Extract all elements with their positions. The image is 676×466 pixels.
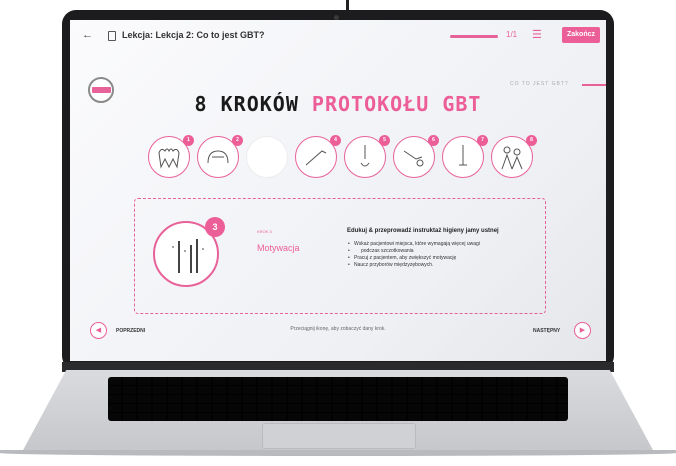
bullet-item: Naucz przyborów międzyzębowych. bbox=[347, 262, 527, 269]
next-label[interactable]: NASTĘPNY bbox=[533, 328, 560, 334]
corner-divider bbox=[582, 84, 606, 86]
step-1[interactable]: 1 bbox=[148, 135, 194, 178]
trackpad bbox=[262, 423, 416, 449]
step-detail-number: 3 bbox=[205, 217, 225, 237]
step-number: 1 bbox=[183, 135, 194, 146]
top-bar: ← Lekcja: Lekcja 2: Co to jest GBT? 1/1 … bbox=[70, 20, 606, 54]
bullet-item: podczas szczotkowania bbox=[347, 248, 527, 255]
list-icon[interactable]: ☰ bbox=[532, 28, 542, 41]
step-number: 5 bbox=[379, 135, 390, 146]
page-counter: 1/1 bbox=[506, 30, 518, 39]
airflow-nozzle-icon bbox=[305, 150, 327, 166]
bullet-item: Pracuj z pacjentem, aby zwiększyć motywa… bbox=[347, 255, 527, 262]
finish-button[interactable]: Zakończ bbox=[562, 27, 600, 43]
laptop-foot bbox=[0, 450, 676, 456]
step-detail-bullets: Wskaż pacjentowi miejsca, które wymagają… bbox=[347, 241, 527, 269]
step-number: 7 bbox=[477, 135, 488, 146]
arrow-left-icon[interactable]: ← bbox=[82, 29, 93, 41]
title-part2: PROTOKOŁU GBT bbox=[311, 92, 482, 116]
step-4[interactable]: 4 bbox=[295, 135, 341, 178]
step-number: 6 bbox=[428, 135, 439, 146]
toothbrushes-icon bbox=[172, 239, 204, 273]
next-button[interactable]: ▶ bbox=[574, 322, 591, 339]
perioflow-icon bbox=[360, 145, 370, 167]
step-7[interactable]: 7 bbox=[442, 135, 488, 178]
ultrasonic-scaler-icon bbox=[403, 150, 424, 167]
step-5[interactable]: 5 bbox=[344, 135, 390, 178]
molar-brushing-icon bbox=[207, 150, 229, 164]
step-2[interactable]: 2 bbox=[197, 135, 243, 178]
teeth-icon bbox=[158, 148, 180, 169]
corner-label: CO TO JEST GBT? bbox=[510, 81, 569, 87]
step-number: 2 bbox=[232, 135, 243, 146]
step-8[interactable]: 8 bbox=[491, 135, 537, 178]
bullet-item: Wskaż pacjentowi miejsca, które wymagają… bbox=[347, 241, 527, 248]
step-3-slot[interactable] bbox=[246, 136, 288, 178]
step-detail-card: 3 KROK 3 Motywacja Edukuj & przeprowadź … bbox=[134, 198, 546, 314]
page-title: 8 KROKÓW PROTOKOŁU GBT bbox=[70, 92, 606, 116]
breadcrumb: Lekcja: Lekcja 2: Co to jest GBT? bbox=[122, 30, 265, 40]
document-icon bbox=[108, 31, 116, 41]
step-number: 4 bbox=[330, 135, 341, 146]
drag-hint: Przeciągnij ikonę, aby zobaczyć dany kro… bbox=[290, 326, 386, 332]
title-part1: 8 KROKÓW bbox=[194, 92, 312, 116]
step-number: 8 bbox=[526, 135, 537, 146]
recall-people-icon bbox=[501, 146, 523, 170]
scaler-instrument-icon bbox=[459, 145, 467, 166]
step-6[interactable]: 6 bbox=[393, 135, 439, 178]
step-detail-label: KROK 3 bbox=[257, 229, 272, 234]
step-detail-icon: 3 bbox=[153, 217, 225, 287]
step-detail-name: Motywacja bbox=[257, 243, 300, 253]
keyboard bbox=[108, 377, 568, 421]
lesson-progress-bar bbox=[450, 35, 498, 38]
lesson-screen: ← Lekcja: Lekcja 2: Co to jest GBT? 1/1 … bbox=[70, 20, 606, 361]
step-detail-heading: Edukuj & przeprowadź instruktaż higieny … bbox=[347, 228, 499, 234]
